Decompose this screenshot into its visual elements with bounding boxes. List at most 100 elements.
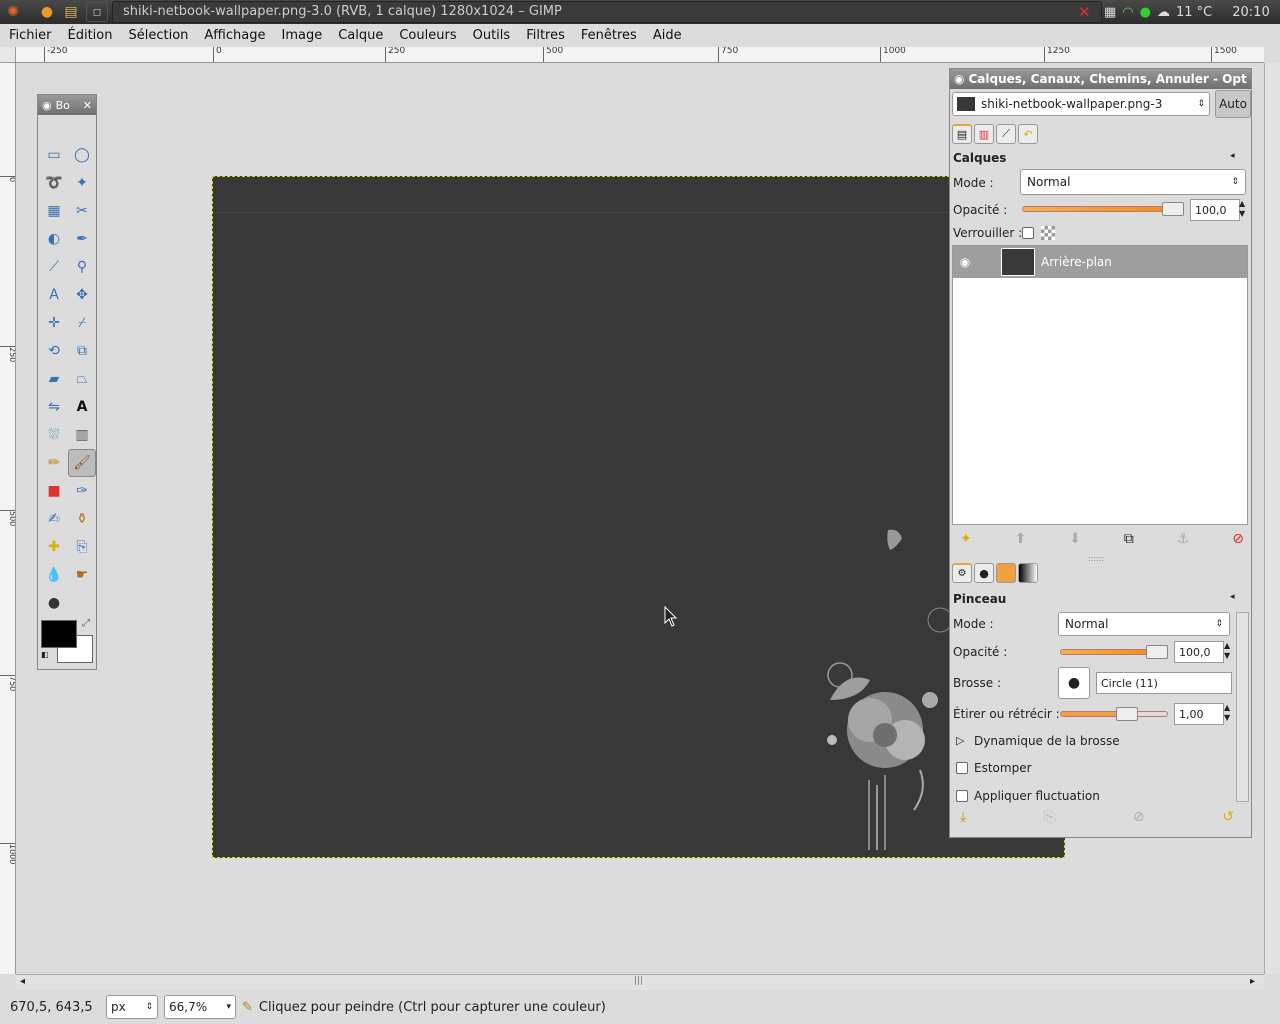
shear-icon[interactable]: ▰ (40, 365, 68, 393)
scale-input[interactable]: 1,00 (1174, 703, 1224, 725)
fuzzy-select-icon[interactable]: ✦ (68, 169, 96, 197)
scale-icon[interactable]: ⧉ (68, 337, 96, 365)
duplicate-layer-icon[interactable]: ⧉ (1124, 531, 1134, 547)
options-scrollbar[interactable] (1236, 612, 1249, 802)
close-window-icon[interactable]: ✕ (1078, 3, 1091, 21)
lock-pixels-checkbox[interactable] (1022, 227, 1034, 239)
menu-selection[interactable]: Sélection (123, 28, 193, 43)
paths-icon[interactable]: ✒ (68, 225, 96, 253)
ruler-corner[interactable] (0, 47, 16, 63)
slider-handle[interactable] (1162, 202, 1184, 216)
restore-options-icon[interactable]: ⎘ (1044, 809, 1055, 825)
menu-outils[interactable]: Outils (468, 28, 516, 43)
heal-icon[interactable]: ✚ (40, 533, 68, 561)
layer-opacity-slider[interactable] (1022, 206, 1182, 212)
panel-resize-grip[interactable]: :::::: (1088, 554, 1104, 563)
ink-icon[interactable]: ✍ (40, 505, 68, 533)
paintbrush-tool-icon[interactable]: 🖌 (68, 449, 96, 477)
auto-button[interactable]: Auto (1215, 90, 1251, 118)
tab-gradients-icon[interactable] (1018, 563, 1038, 583)
color-picker-icon[interactable]: ⟋ (40, 253, 68, 281)
menu-image[interactable]: Image (276, 28, 327, 43)
jitter-checkbox[interactable] (956, 790, 968, 802)
default-colors-icon[interactable]: ◧ (41, 650, 49, 659)
menu-fenetres[interactable]: Fenêtres (576, 28, 642, 43)
measure-icon[interactable]: A (40, 281, 68, 309)
layers-list[interactable]: ◉ Arrière-plan (952, 245, 1248, 525)
brush-preview-button[interactable]: ● (1058, 667, 1090, 699)
raise-layer-icon[interactable]: ⬆ (1015, 531, 1027, 547)
blend-icon[interactable]: ▥ (68, 421, 96, 449)
firefox-icon[interactable]: ● (36, 2, 58, 22)
temperature[interactable]: 11 °C (1176, 5, 1212, 20)
zoom-selector[interactable]: 66,7% ▾ (164, 995, 236, 1019)
brush-mode-select[interactable]: Normal ⇕ (1058, 612, 1230, 636)
tab-tool-options-icon[interactable]: ⚙ (952, 563, 972, 583)
lower-layer-icon[interactable]: ⬇ (1069, 531, 1081, 547)
expand-triangle-icon[interactable]: ▷ (956, 734, 964, 747)
swap-colors-icon[interactable]: ⤢ (82, 618, 90, 629)
layer-opacity-input[interactable]: 100,0 (1190, 199, 1240, 221)
dodge-burn-icon[interactable]: ● (40, 589, 68, 617)
horizontal-ruler[interactable]: -250 0 250 500 750 1000 1250 1500 (16, 47, 1264, 63)
ellipse-select-icon[interactable]: ◯ (68, 141, 96, 169)
flip-icon[interactable]: ⇋ (40, 393, 68, 421)
menu-calque[interactable]: Calque (333, 28, 388, 43)
crop-icon[interactable]: ⌿ (68, 309, 96, 337)
delete-options-icon[interactable]: ⊘ (1133, 809, 1145, 825)
toolbox-titlebar[interactable]: ◉ Bo ✕ (38, 95, 96, 115)
menu-couleurs[interactable]: Couleurs (394, 28, 461, 43)
menu-fichier[interactable]: Fichier (4, 28, 57, 43)
tab-layers-icon[interactable]: ▤ (952, 124, 972, 144)
clone-icon[interactable]: ⚱ (68, 505, 96, 533)
wifi-icon[interactable]: ◠ (1122, 5, 1133, 20)
vertical-ruler[interactable]: 0 250 500 750 1000 (0, 63, 16, 974)
smudge-icon[interactable]: ☛ (68, 561, 96, 589)
tab-channels-icon[interactable]: ▥ (974, 124, 994, 144)
text-icon[interactable]: A (68, 393, 96, 421)
reset-options-icon[interactable]: ↺ (1222, 809, 1234, 825)
scroll-left-icon[interactable]: ◂ (20, 976, 25, 987)
show-desktop-icon[interactable]: ▫ (86, 2, 108, 22)
clock[interactable]: 20:10 (1232, 5, 1269, 20)
align-icon[interactable]: ✛ (40, 309, 68, 337)
spin-arrows-icon[interactable]: ▲ ▼ (1224, 641, 1230, 661)
tab-undo-icon[interactable]: ↶ (1018, 124, 1038, 144)
free-select-icon[interactable]: ➰ (40, 169, 68, 197)
scroll-grip-icon[interactable]: ||| (634, 976, 643, 986)
panel-menu-icon[interactable]: ◂ (1230, 592, 1235, 602)
fade-checkbox[interactable] (956, 762, 968, 774)
image-selector[interactable]: shiki-netbook-wallpaper.png-3 ⇕ (952, 92, 1210, 116)
dynamics-expander[interactable]: Dynamique de la brosse (974, 734, 1120, 748)
tab-patterns-icon[interactable] (996, 563, 1016, 583)
menu-filtres[interactable]: Filtres (521, 28, 570, 43)
menu-edition[interactable]: Édition (63, 28, 118, 43)
pencil-icon[interactable]: ✏ (40, 449, 68, 477)
status-green-icon[interactable]: ● (1140, 5, 1151, 20)
scroll-right-icon[interactable]: ▸ (1250, 976, 1255, 987)
window-title[interactable]: shiki-netbook-wallpaper.png-3.0 (RVB, 1 … (112, 1, 1102, 23)
horizontal-scrollbar[interactable]: ◂ ||| ▸ (16, 974, 1264, 990)
save-options-icon[interactable]: ⤓ (960, 809, 966, 825)
unit-selector[interactable]: px ⇕ (106, 995, 158, 1019)
new-layer-icon[interactable]: ✦ (960, 531, 972, 547)
vertical-scrollbar[interactable] (1264, 63, 1280, 974)
brush-name-field[interactable]: Circle (11) (1096, 672, 1232, 694)
network-icon[interactable]: ▦ (1104, 5, 1116, 20)
menu-aide[interactable]: Aide (648, 28, 687, 43)
menu-affichage[interactable]: Affichage (199, 28, 270, 43)
foreground-select-icon[interactable]: ◐ (40, 225, 68, 253)
panel-menu-icon[interactable]: ◂ (1230, 151, 1235, 161)
color-select-icon[interactable]: ▦ (40, 197, 68, 225)
foreground-color-swatch[interactable] (41, 620, 77, 648)
spin-arrows-icon[interactable]: ▲ ▼ (1224, 703, 1230, 723)
tab-brushes-icon[interactable]: ● (974, 563, 994, 583)
slider-handle[interactable] (1116, 707, 1138, 721)
rect-select-icon[interactable]: ▭ (40, 141, 68, 169)
lock-alpha-icon[interactable] (1041, 226, 1055, 240)
close-icon[interactable]: ✕ (83, 99, 92, 112)
zoom-icon[interactable]: ⚲ (68, 253, 96, 281)
airbrush-icon[interactable]: ✑ (68, 477, 96, 505)
file-manager-icon[interactable]: ▤ (60, 2, 82, 22)
scale-slider[interactable] (1060, 711, 1168, 717)
